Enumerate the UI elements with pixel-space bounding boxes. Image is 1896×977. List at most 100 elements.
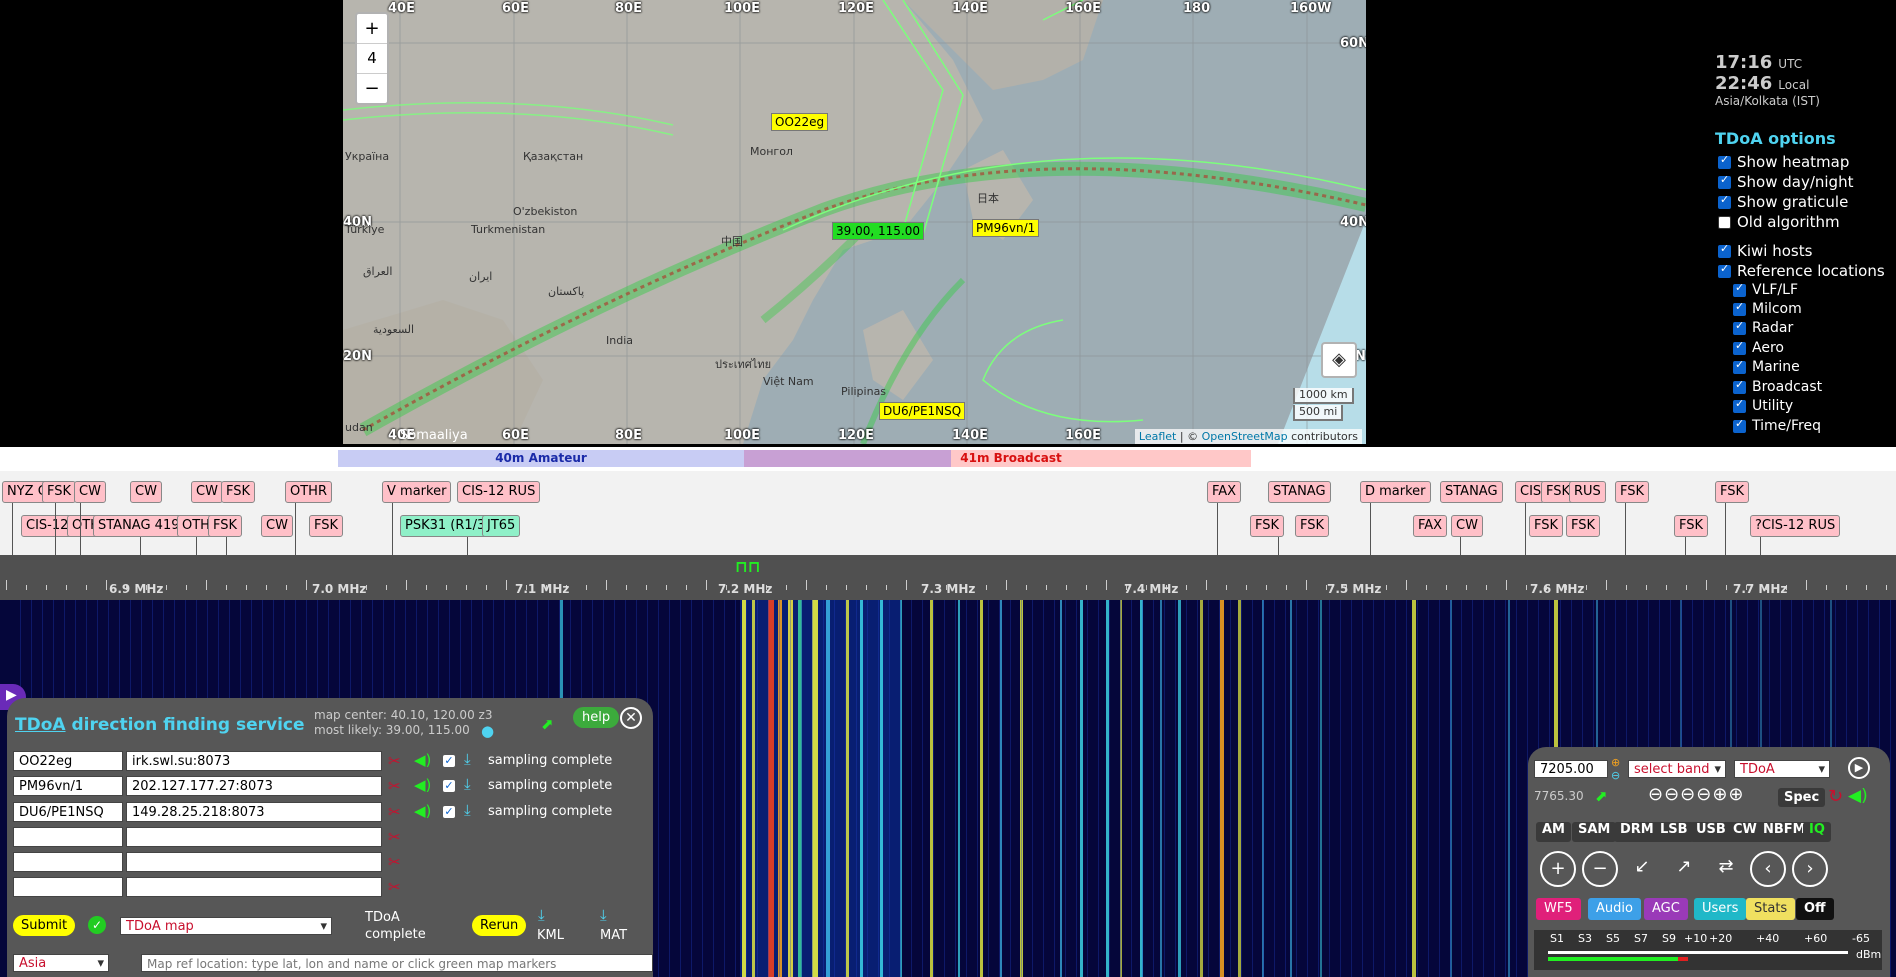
station-label[interactable]: FSK xyxy=(1250,515,1285,537)
checkbox[interactable] xyxy=(1718,153,1731,169)
station-label[interactable]: FSK xyxy=(1566,515,1601,537)
mode-sam[interactable]: SAM xyxy=(1572,822,1617,842)
station-label[interactable]: V marker xyxy=(382,481,452,503)
host-checkbox[interactable]: ✓ xyxy=(443,780,455,792)
station-label[interactable]: PSK31 (R1/3 xyxy=(400,515,492,537)
remove-host-icon[interactable]: ✂ xyxy=(388,777,401,795)
checkbox[interactable] xyxy=(1718,193,1731,209)
ref-location-input[interactable]: Map ref location: type lat, lon and name… xyxy=(141,954,653,972)
leaflet-link[interactable]: Leaflet xyxy=(1139,430,1176,443)
option-utility[interactable]: Utility xyxy=(1733,397,1793,414)
map-marker-oo22eg[interactable]: OO22eg xyxy=(771,113,829,131)
station-label[interactable]: D marker xyxy=(1360,481,1431,503)
station-label[interactable]: FSK xyxy=(208,515,243,537)
station-label[interactable]: JT65 xyxy=(482,515,521,537)
mode-am[interactable]: AM xyxy=(1536,822,1571,842)
expand-icon[interactable]: ↗ xyxy=(1666,851,1702,887)
host-url-field[interactable]: irk.swl.su:8073 xyxy=(126,751,382,771)
submit-button[interactable]: Submit xyxy=(13,915,76,936)
download-mat-icon[interactable]: ⤓ xyxy=(600,906,607,924)
station-label[interactable]: CW xyxy=(191,481,223,503)
host-checkbox[interactable]: ✓ xyxy=(443,806,455,818)
option-vlf-lf[interactable]: VLF/LF xyxy=(1733,281,1798,298)
speaker-icon[interactable]: ◀) xyxy=(414,802,431,820)
station-label[interactable]: STANAG xyxy=(1440,481,1503,503)
option-heatmap[interactable]: Show heatmap xyxy=(1718,153,1849,171)
station-label[interactable]: CW xyxy=(1451,515,1483,537)
users-button[interactable]: Users xyxy=(1694,898,1747,920)
host-url-field[interactable]: 202.127.177.27:8073 xyxy=(126,776,382,796)
rerun-button[interactable]: Rerun xyxy=(472,915,527,936)
agc-button[interactable]: AGC xyxy=(1644,898,1688,920)
kml-link[interactable]: KML xyxy=(537,928,564,943)
host-name-field[interactable] xyxy=(13,877,123,897)
collapse-icon[interactable]: ↙ xyxy=(1624,851,1660,887)
host-url-field[interactable]: 149.28.25.218:8073 xyxy=(126,802,382,822)
map-marker-most-likely[interactable]: 39.00, 115.00 xyxy=(832,222,924,240)
station-label[interactable]: FSK xyxy=(1615,481,1650,503)
speaker-icon[interactable]: ◀) xyxy=(414,751,431,769)
reset-icon[interactable]: ↻ xyxy=(1828,786,1843,807)
step-up-icon[interactable]: ⊕ xyxy=(1611,756,1620,769)
speaker-icon[interactable]: ◀) xyxy=(414,776,431,794)
host-url-field[interactable] xyxy=(126,852,382,872)
download-icon[interactable]: ⤓ xyxy=(464,801,471,819)
station-label[interactable]: STANAG xyxy=(1268,481,1331,503)
station-label[interactable]: STANAG 419 xyxy=(93,515,185,537)
layers-control-button[interactable]: ◈ xyxy=(1321,342,1357,378)
host-name-field[interactable]: OO22eg xyxy=(13,751,123,771)
mode-lsb[interactable]: LSB xyxy=(1654,822,1694,842)
osm-link[interactable]: OpenStreetMap xyxy=(1202,430,1288,443)
option-broadcast[interactable]: Broadcast xyxy=(1733,378,1822,395)
zoom-out-icon[interactable]: − xyxy=(1582,851,1618,887)
host-url-field[interactable] xyxy=(126,827,382,847)
option-graticule[interactable]: Show graticule xyxy=(1718,193,1848,211)
remove-host-icon[interactable]: ✂ xyxy=(388,803,401,821)
zoom-out-button[interactable]: − xyxy=(357,74,387,103)
tdoa-map[interactable]: + 4 − 40E 60E 80E 100E 120E 140E 160E 18… xyxy=(343,0,1366,444)
play-icon[interactable]: ▶ xyxy=(1848,757,1870,779)
speaker-icon[interactable]: ◀) xyxy=(1848,786,1868,806)
download-icon[interactable]: ⤓ xyxy=(464,775,471,793)
stats-button[interactable]: Stats xyxy=(1746,898,1796,920)
option-kiwi-hosts[interactable]: Kiwi hosts xyxy=(1718,242,1812,260)
checkbox[interactable] xyxy=(1718,173,1731,189)
region-select[interactable]: Asia ▾ xyxy=(13,954,109,972)
frequency-input[interactable]: 7205.00 xyxy=(1534,760,1608,778)
frequency-scale[interactable]: ⊓⊓ 6.9 MHz 7.0 MHz 7.1 MHz 7.2 MHz 7.3 M… xyxy=(0,555,1896,600)
station-label[interactable]: CW xyxy=(74,481,106,503)
remove-host-icon[interactable]: ✂ xyxy=(388,828,401,846)
mode-drm[interactable]: DRM xyxy=(1614,822,1660,842)
option-old-algorithm[interactable]: Old algorithm xyxy=(1718,213,1840,231)
step-down-icon[interactable]: ⊖ xyxy=(1611,769,1620,782)
host-name-field[interactable] xyxy=(13,852,123,872)
chevron-right-icon[interactable]: › xyxy=(1792,851,1828,887)
remove-host-icon[interactable]: ✂ xyxy=(388,853,401,871)
station-label[interactable]: FSK xyxy=(1295,515,1330,537)
station-label[interactable]: CW xyxy=(261,515,293,537)
host-url-field[interactable] xyxy=(126,877,382,897)
band-select[interactable]: select band ▾ xyxy=(1628,760,1726,778)
mat-link[interactable]: MAT xyxy=(600,928,627,943)
host-checkbox[interactable]: ✓ xyxy=(443,755,455,767)
checkbox[interactable] xyxy=(1718,242,1731,258)
chevron-left-icon[interactable]: ‹ xyxy=(1750,851,1786,887)
spec-button[interactable]: Spec xyxy=(1778,788,1826,807)
download-icon[interactable]: ⤓ xyxy=(464,750,471,768)
station-label[interactable]: OTHR xyxy=(285,481,332,503)
close-icon[interactable]: ✕ xyxy=(620,707,642,729)
option-aero[interactable]: Aero xyxy=(1733,339,1784,356)
mode-usb[interactable]: USB xyxy=(1690,822,1732,842)
checkbox[interactable] xyxy=(1718,215,1731,229)
station-label[interactable]: FSK xyxy=(1674,515,1709,537)
station-label[interactable]: FSK xyxy=(42,481,77,503)
station-label[interactable]: FSK xyxy=(1529,515,1564,537)
extension-select[interactable]: TDoA ▾ xyxy=(1734,760,1830,778)
station-label[interactable]: FAX xyxy=(1207,481,1242,503)
open-map-icon[interactable]: ⬈ xyxy=(541,715,554,733)
host-name-field[interactable]: PM96vn/1 xyxy=(13,776,123,796)
open-external-icon[interactable]: ⬈ xyxy=(1595,787,1608,805)
zoom-in-icon[interactable]: + xyxy=(1540,851,1576,887)
option-radar[interactable]: Radar xyxy=(1733,319,1793,336)
station-label[interactable]: FSK xyxy=(309,515,344,537)
